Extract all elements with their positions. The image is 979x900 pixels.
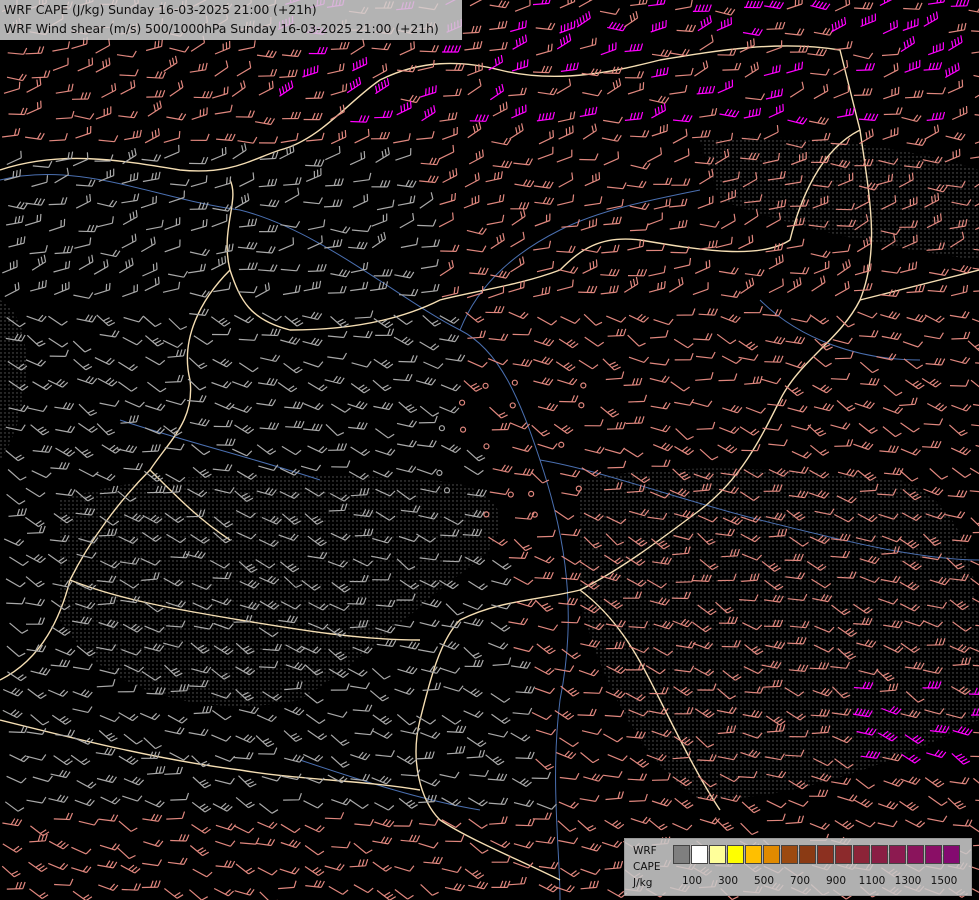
legend-swatch	[817, 845, 834, 864]
legend-swatch	[745, 845, 762, 864]
legend-swatch	[871, 845, 888, 864]
legend-swatch	[727, 845, 744, 864]
legend-swatch	[709, 845, 726, 864]
legend-swatch	[781, 845, 798, 864]
legend-model-label: WRF	[633, 845, 657, 857]
legend-tick-label: 900	[825, 875, 847, 887]
legend-swatch	[799, 845, 816, 864]
legend-swatch	[673, 845, 690, 864]
legend-swatch	[835, 845, 852, 864]
legend-units-label: J/kg	[633, 877, 653, 889]
legend-tick-label: 500	[753, 875, 775, 887]
legend-tick-label: 100	[681, 875, 703, 887]
legend-tick-label: 1500	[930, 875, 958, 887]
legend-swatch	[889, 845, 906, 864]
legend-tick-label: 1300	[894, 875, 922, 887]
wind-shear-title: WRF Wind shear (m/s) 500/1000hPa Sunday …	[4, 21, 439, 36]
legend-swatch	[943, 845, 960, 864]
legend-tick-label: 1100	[858, 875, 886, 887]
legend-swatch	[925, 845, 942, 864]
cape-title: WRF CAPE (J/kg) Sunday 16-03-2025 21:00 …	[4, 2, 317, 17]
map-canvas	[0, 0, 979, 900]
legend-swatch	[907, 845, 924, 864]
legend-swatch	[691, 845, 708, 864]
legend-cape-label: CAPE	[633, 861, 661, 873]
map-header: WRF CAPE (J/kg) Sunday 16-03-2025 21:00 …	[0, 0, 462, 40]
legend-tick-label: 300	[717, 875, 739, 887]
cape-legend: WRF CAPE J/kg 100 300 500 700 900 1100 1300 150…	[624, 838, 972, 896]
legend-tick-label: 700	[789, 875, 811, 887]
legend-swatch	[763, 845, 780, 864]
legend-swatch	[853, 845, 870, 864]
